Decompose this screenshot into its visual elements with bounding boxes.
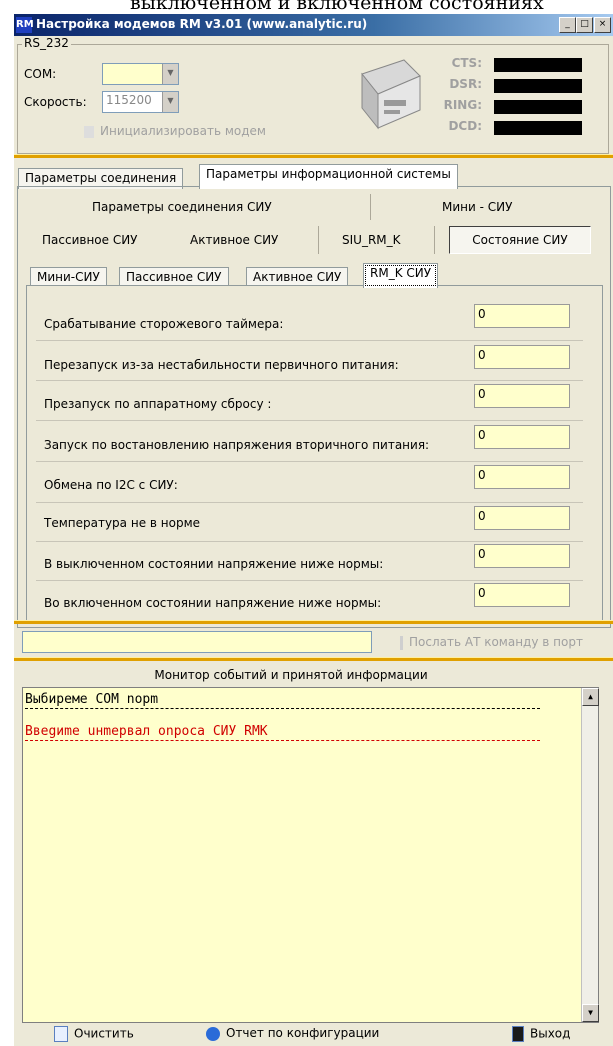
field-value: 0 xyxy=(478,307,486,321)
exit-door-icon xyxy=(512,1026,524,1042)
rm-k-siu-panel xyxy=(26,285,603,623)
divider xyxy=(25,708,540,709)
divider xyxy=(36,580,583,581)
monitor-line: Ввеgиme uнmервал оnроса СИУ RMK xyxy=(25,724,268,739)
document-icon xyxy=(54,1026,68,1042)
app-window: RM Настройка модемов RM v3.01 (www.analy… xyxy=(14,14,613,1046)
watchdog-field[interactable]: 0 xyxy=(474,304,570,328)
separator xyxy=(14,657,613,661)
active-siu-button[interactable]: Активное СИУ xyxy=(190,233,278,247)
field-label: Температура не в норме xyxy=(44,516,201,530)
send-at-command-label: Послать АТ команду в порт xyxy=(409,635,583,649)
document-text: выключенном и включенном состояниях xyxy=(130,0,544,14)
passive-siu-button[interactable]: Пассивное СИУ xyxy=(42,233,138,247)
secondary-power-start-field[interactable]: 0 xyxy=(474,425,570,449)
at-command-input[interactable] xyxy=(22,631,372,653)
send-at-command-button[interactable]: Послать АТ команду в порт xyxy=(400,635,583,650)
divider xyxy=(36,420,583,421)
siu-rm-k-button[interactable]: SIU_RM_K xyxy=(342,233,401,247)
modem-device-icon xyxy=(354,54,424,134)
tab-info-system-params[interactable]: Параметры информационной системы xyxy=(199,164,458,189)
monitor-line: Выбиреме COM nорm xyxy=(25,692,159,707)
minimize-button[interactable]: _ xyxy=(559,17,576,33)
field-label: Запуск по востановлению напряжения втори… xyxy=(44,438,430,452)
divider xyxy=(36,461,583,462)
dcd-indicator xyxy=(494,121,582,135)
config-report-label: Отчет по конфигурации xyxy=(226,1026,380,1040)
chevron-down-icon[interactable]: ▼ xyxy=(162,92,178,112)
scroll-down-icon[interactable]: ▼ xyxy=(582,1004,599,1022)
tab-rm-k-siu[interactable]: RM_K СИУ xyxy=(363,263,439,288)
siu-connection-params-label: Параметры соединения СИУ xyxy=(92,200,272,214)
siu-state-button[interactable]: Состояние СИУ xyxy=(449,226,591,254)
off-voltage-low-field[interactable]: 0 xyxy=(474,544,570,568)
exit-label: Выход xyxy=(530,1026,571,1041)
modem-icon xyxy=(84,125,94,138)
separator xyxy=(14,154,613,158)
send-icon xyxy=(400,635,403,650)
clear-label: Очистить xyxy=(74,1026,134,1041)
cts-indicator xyxy=(494,58,582,72)
dsr-label: DSR: xyxy=(449,77,482,91)
divider xyxy=(36,340,583,341)
divider xyxy=(25,740,540,741)
scrollbar[interactable]: ▲ ▼ xyxy=(581,688,599,1022)
separator xyxy=(14,620,613,624)
close-button[interactable]: × xyxy=(594,17,611,33)
field-value: 0 xyxy=(478,468,486,482)
cts-label: CTS: xyxy=(451,56,482,70)
field-label: Презапуск по аппаратному сбросу : xyxy=(44,397,272,411)
on-voltage-low-field[interactable]: 0 xyxy=(474,583,570,607)
maximize-button[interactable]: □ xyxy=(576,17,593,33)
field-value: 0 xyxy=(478,387,486,401)
field-value: 0 xyxy=(478,547,486,561)
scroll-up-icon[interactable]: ▲ xyxy=(582,688,599,706)
hardware-reset-field[interactable]: 0 xyxy=(474,384,570,408)
com-label: COM: xyxy=(24,67,57,81)
speed-select-value: 115200 xyxy=(106,93,152,107)
field-label: В выключенном состоянии напряжение ниже … xyxy=(44,557,384,571)
field-value: 0 xyxy=(478,509,486,523)
ring-indicator xyxy=(494,100,582,114)
event-monitor[interactable]: Выбиреме COM nорm Ввеgиme uнmервал оnрос… xyxy=(22,687,599,1023)
field-value: 0 xyxy=(478,348,486,362)
field-value: 0 xyxy=(478,428,486,442)
divider xyxy=(318,226,319,254)
rs232-group-label: RS_232 xyxy=(22,36,71,50)
com-select[interactable]: ▼ xyxy=(102,63,179,85)
field-label: Перезапуск из-за нестабильности первично… xyxy=(44,358,399,372)
divider xyxy=(36,380,583,381)
monitor-title: Монитор событий и принятой информации xyxy=(154,668,428,682)
temperature-field[interactable]: 0 xyxy=(474,506,570,530)
ring-label: RING: xyxy=(443,98,482,112)
primary-power-restart-field[interactable]: 0 xyxy=(474,345,570,369)
field-value: 0 xyxy=(478,586,486,600)
chevron-down-icon[interactable]: ▼ xyxy=(162,64,178,84)
exit-button[interactable]: Выход xyxy=(512,1026,570,1042)
dcd-label: DCD: xyxy=(448,119,482,133)
speed-select[interactable]: 115200 ▼ xyxy=(102,91,179,113)
divider xyxy=(370,194,371,220)
mini-siu-label: Мини - СИУ xyxy=(442,200,513,214)
divider xyxy=(36,502,583,503)
speed-label: Скорость: xyxy=(24,95,87,109)
title-bar: RM Настройка модемов RM v3.01 (www.analy… xyxy=(14,14,613,36)
i2c-exchange-field[interactable]: 0 xyxy=(474,465,570,489)
field-label: Во включенном состоянии напряжение ниже … xyxy=(44,596,382,610)
clear-button[interactable]: Очистить xyxy=(54,1026,134,1042)
init-modem-button[interactable]: Инициализировать модем xyxy=(84,124,266,138)
divider xyxy=(434,226,435,254)
field-label: Срабатывание сторожевого таймера: xyxy=(44,317,284,331)
window-title: Настройка модемов RM v3.01 (www.analytic… xyxy=(36,17,368,31)
dsr-indicator xyxy=(494,79,582,93)
field-label: Обмена по I2C с СИУ: xyxy=(44,478,178,492)
config-report-button[interactable]: Отчет по конфигурации xyxy=(206,1026,379,1041)
init-modem-label: Инициализировать модем xyxy=(100,124,266,138)
ie-icon xyxy=(206,1026,220,1041)
app-logo-icon: RM xyxy=(16,17,34,33)
divider xyxy=(36,541,583,542)
